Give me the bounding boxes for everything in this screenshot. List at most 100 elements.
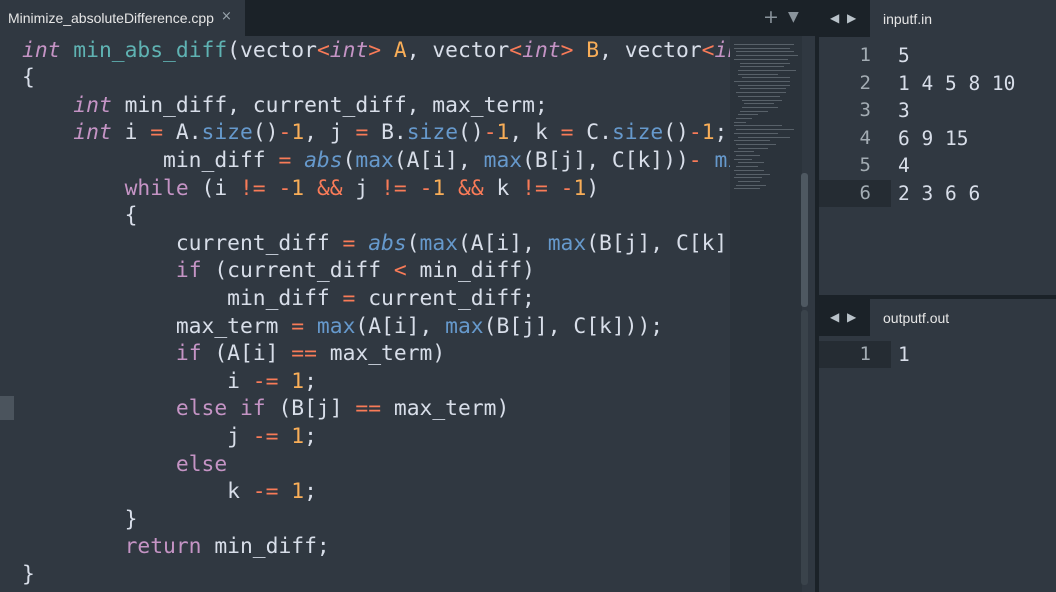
code-token: ; <box>304 368 317 394</box>
code-line: int min_diff, current_diff, max_term; <box>22 92 548 119</box>
code-token: max <box>483 147 523 173</box>
code-token: > <box>560 37 587 63</box>
next-tab-arrow-icon[interactable]: ▶ <box>847 11 856 25</box>
code-token: ) <box>586 175 600 201</box>
code-token: int <box>714 37 730 63</box>
tab-outputf-out[interactable]: outputf.out <box>870 299 1056 336</box>
code-token: -= <box>252 423 279 449</box>
previous-tab-arrow-icon[interactable]: ◀ <box>830 11 839 25</box>
code-token: size <box>201 120 253 146</box>
code-token: != <box>381 175 407 201</box>
code-token: j <box>342 175 382 201</box>
code-line: max_term = max(A[i], max(B[j], C[k])); <box>22 313 663 340</box>
code-token: (current_diff <box>201 258 394 284</box>
editor-pane: Minimize_absoluteDifference.cpp × + ▼ in… <box>0 0 815 592</box>
code-token: > <box>368 37 394 63</box>
code-line: i -= 1; <box>22 368 317 395</box>
minimap-line <box>734 44 794 45</box>
minimap[interactable] <box>730 36 802 592</box>
next-tab-arrow-icon[interactable]: ▶ <box>847 310 856 324</box>
code-token: while <box>124 175 189 201</box>
tab-title: Minimize_absoluteDifference.cpp <box>8 10 214 26</box>
code-token: min_diff <box>22 147 279 173</box>
code-token: min_diff) <box>406 258 535 284</box>
code-token: && <box>316 175 343 201</box>
line-number: 1 <box>859 343 871 365</box>
tab-minimize-absolute-difference[interactable]: Minimize_absoluteDifference.cpp × <box>0 0 245 37</box>
code-token: , k <box>509 120 561 146</box>
minimap-line <box>742 106 778 108</box>
previous-tab-arrow-icon[interactable]: ◀ <box>830 310 839 324</box>
code-token: min_diff <box>22 285 343 311</box>
code-token: size <box>611 120 664 146</box>
line-number: 5 <box>859 154 871 176</box>
code-line: int min_abs_diff(vector<int> A, vector<i… <box>22 37 730 64</box>
minimap-line <box>738 69 796 71</box>
code-token: } <box>22 506 138 532</box>
minimap-line <box>738 84 790 86</box>
code-token: { <box>22 65 35 91</box>
code-token: = <box>560 120 574 146</box>
code-token: k <box>22 479 253 505</box>
code-token: () <box>252 120 279 146</box>
minimap-line <box>734 81 790 82</box>
code-line: { <box>22 202 138 229</box>
code-token: B. <box>368 120 407 146</box>
minimap-line <box>734 121 746 123</box>
code-line: while (i != -1 && j != -1 && k != -1) <box>22 175 600 202</box>
code-token: max <box>445 313 484 339</box>
code-line: if (current_diff < min_diff) <box>22 257 535 284</box>
minimap-line <box>742 99 782 101</box>
output-tabbar: ◀ ▶ outputf.out <box>819 299 1056 336</box>
code-token: , vector <box>406 37 510 63</box>
code-token: int <box>522 37 561 63</box>
line-number: 6 <box>859 181 871 204</box>
code-token: < <box>701 37 715 63</box>
code-token: - <box>688 120 702 146</box>
code-token: && <box>458 175 484 201</box>
vertical-scrollbar-thumb[interactable] <box>801 173 808 307</box>
code-token: min_abs_diff <box>73 37 228 63</box>
code-token: () <box>663 120 689 146</box>
code-token: min_diff, current_diff, max_term; <box>111 92 548 118</box>
code-area[interactable]: int min_abs_diff(vector<int> A, vector<i… <box>0 36 730 592</box>
code-token: (vector <box>227 37 317 63</box>
code-token: A. <box>163 120 202 146</box>
code-line: } <box>22 561 35 588</box>
chevron-down-icon[interactable]: ▼ <box>788 9 799 25</box>
code-token: = <box>278 147 292 173</box>
close-icon[interactable]: × <box>221 9 232 24</box>
new-tab-plus-icon[interactable]: + <box>763 6 779 28</box>
vertical-scrollbar-track[interactable] <box>801 310 808 585</box>
code-token: 1 <box>291 120 305 146</box>
code-token: = <box>342 285 356 311</box>
code-token: (B[j] <box>265 396 356 422</box>
code-token: 1 <box>291 423 305 449</box>
code-token: 1 <box>573 175 587 201</box>
code-token: 1 <box>432 175 446 201</box>
minimap-line <box>734 158 752 160</box>
code-token: () <box>458 120 484 146</box>
code-token: - <box>688 147 702 173</box>
code-token: int <box>73 92 112 118</box>
line-text: 4 <box>898 154 910 177</box>
code-line: return min_diff; <box>22 533 330 560</box>
tab-inputf-in[interactable]: inputf.in <box>870 0 1056 37</box>
minimap-line <box>736 173 770 175</box>
line-text: 6 9 15 <box>898 126 969 150</box>
code-line: { <box>22 64 35 91</box>
code-token: 1 <box>291 479 305 505</box>
code-token: (A[i], <box>355 313 446 339</box>
code-token: else <box>175 451 228 477</box>
line-number: 2 <box>859 71 871 94</box>
code-token: min <box>714 147 730 173</box>
code-token: - <box>419 175 433 201</box>
